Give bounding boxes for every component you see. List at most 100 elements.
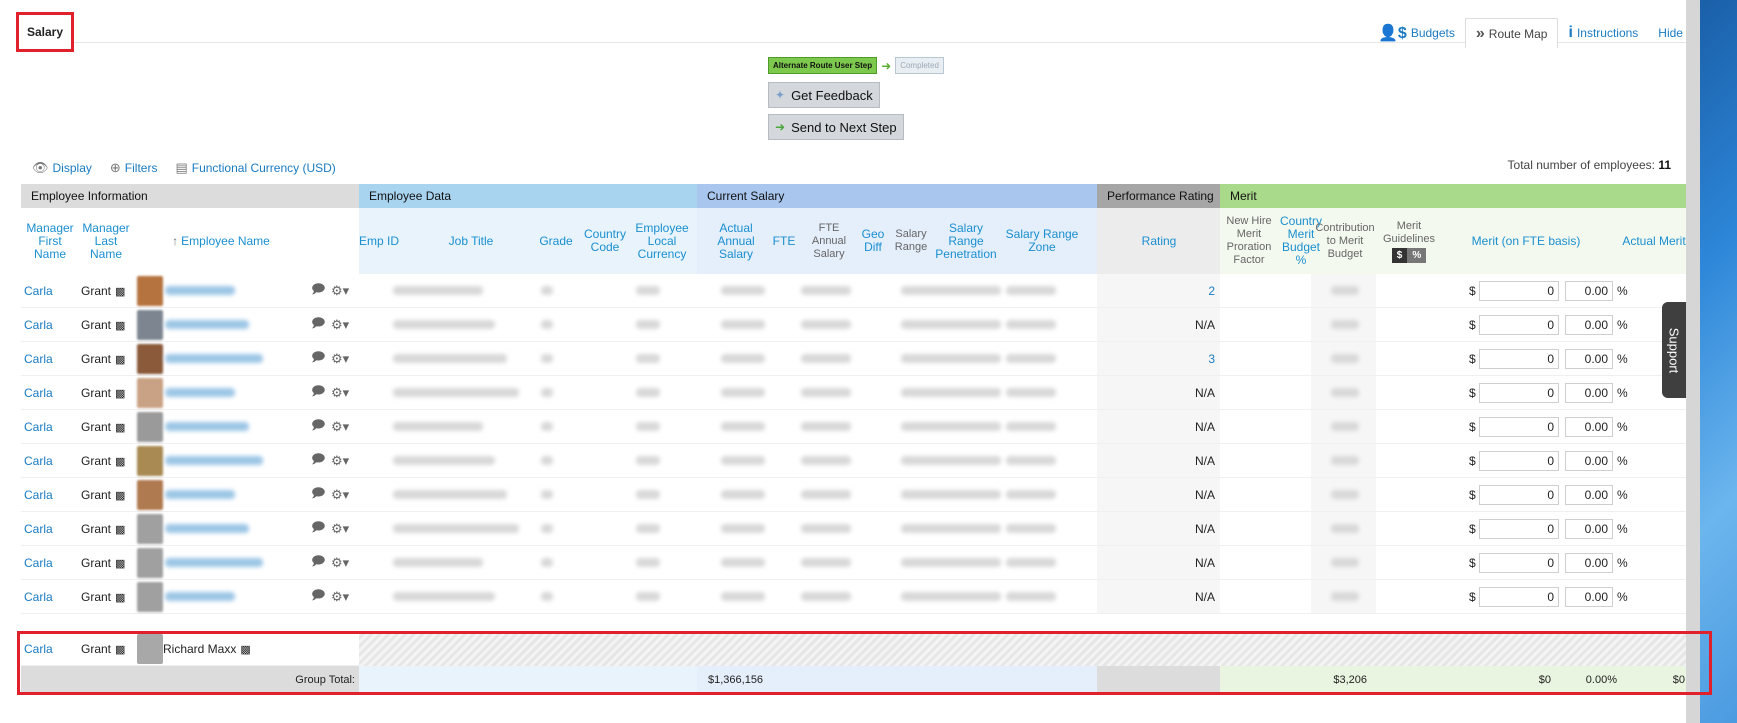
col-emp-id[interactable]: Emp ID — [359, 208, 399, 274]
route-current-step[interactable]: Alternate Route User Step — [768, 57, 878, 74]
manager-first-name[interactable]: Carla — [24, 546, 53, 580]
manager-first-name[interactable]: Carla — [24, 308, 53, 342]
employee-name-redacted[interactable] — [165, 456, 263, 465]
merit-amount-input[interactable]: 0 — [1479, 553, 1559, 573]
gear-icon[interactable]: ⚙▾ — [331, 308, 349, 342]
id-card-icon[interactable]: ▩ — [115, 353, 125, 366]
col-job-title[interactable]: Job Title — [421, 208, 521, 274]
merit-percent-input[interactable]: 0.00 — [1565, 383, 1613, 403]
manager-first-name[interactable]: Carla — [24, 444, 53, 478]
merit-percent-input[interactable]: 0.00 — [1565, 315, 1613, 335]
manager-first-name[interactable]: Carla — [24, 410, 53, 444]
col-manager-first-name[interactable]: Manager First Name — [26, 208, 73, 274]
col-actual-salary[interactable]: Actual Annual Salary — [711, 208, 761, 274]
comment-icon[interactable]: 🗩 — [311, 274, 325, 308]
id-card-icon[interactable]: ▩ — [115, 387, 125, 400]
id-card-icon[interactable]: ▩ — [115, 421, 125, 434]
col-range-penetration[interactable]: Salary Range Penetration — [933, 208, 999, 274]
comment-icon[interactable]: 🗩 — [311, 546, 325, 580]
merit-percent-input[interactable]: 0.00 — [1565, 553, 1613, 573]
comment-icon[interactable]: 🗩 — [311, 580, 325, 614]
employee-name-redacted[interactable] — [165, 286, 235, 295]
guideline-percent-toggle[interactable]: % — [1407, 247, 1427, 263]
merit-amount-input[interactable]: 0 — [1479, 383, 1559, 403]
manager-first-name[interactable]: Carla — [24, 376, 53, 410]
id-card-icon[interactable]: ▩ — [115, 285, 125, 298]
merit-amount-input[interactable]: 0 — [1479, 485, 1559, 505]
manager-first-name[interactable]: Carla — [24, 478, 53, 512]
filters-button[interactable]: ⊕ Filters — [110, 160, 158, 176]
merit-percent-input[interactable]: 0.00 — [1565, 281, 1613, 301]
gear-icon[interactable]: ⚙▾ — [331, 444, 349, 478]
merit-amount-input[interactable]: 0 — [1479, 519, 1559, 539]
rating-value[interactable]: 3 — [1121, 342, 1215, 376]
col-country-code[interactable]: Country Code — [583, 208, 627, 274]
comment-icon[interactable]: 🗩 — [311, 410, 325, 444]
gear-icon[interactable]: ⚙▾ — [331, 274, 349, 308]
gear-icon[interactable]: ⚙▾ — [331, 410, 349, 444]
col-actual-merit[interactable]: Actual Merit — [1621, 208, 1687, 274]
comment-icon[interactable]: 🗩 — [311, 308, 325, 342]
rating-value[interactable]: 2 — [1121, 274, 1215, 308]
merit-amount-input[interactable]: 0 — [1479, 349, 1559, 369]
id-card-icon[interactable]: ▩ — [115, 523, 125, 536]
route-completed-step[interactable]: Completed — [895, 57, 944, 74]
employee-name-redacted[interactable] — [165, 354, 263, 363]
id-card-icon[interactable]: ▩ — [115, 557, 125, 570]
merit-amount-input[interactable]: 0 — [1479, 451, 1559, 471]
employee-name-redacted[interactable] — [165, 490, 235, 499]
comment-icon[interactable]: 🗩 — [311, 444, 325, 478]
col-manager-last-name[interactable]: Manager Last Name — [81, 208, 131, 274]
comment-icon[interactable]: 🗩 — [311, 376, 325, 410]
employee-name-redacted[interactable] — [165, 524, 249, 533]
merit-percent-input[interactable]: 0.00 — [1565, 417, 1613, 437]
currency-button[interactable]: ▤ Functional Currency (USD) — [175, 160, 335, 176]
nav-instructions[interactable]: i Instructions — [1558, 18, 1648, 48]
send-to-next-step-button[interactable]: ➜ Send to Next Step — [768, 114, 904, 140]
employee-name-redacted[interactable] — [165, 592, 235, 601]
manager-first-name[interactable]: Carla — [24, 274, 53, 308]
merit-amount-input[interactable]: 0 — [1479, 417, 1559, 437]
merit-percent-input[interactable]: 0.00 — [1565, 349, 1613, 369]
employee-name-redacted[interactable] — [165, 558, 263, 567]
employee-name-redacted[interactable] — [165, 320, 249, 329]
gear-icon[interactable]: ⚙▾ — [331, 512, 349, 546]
nav-budgets[interactable]: 👤$ Budgets — [1368, 18, 1465, 48]
gear-icon[interactable]: ⚙▾ — [331, 478, 349, 512]
gear-icon[interactable]: ⚙▾ — [331, 376, 349, 410]
merit-percent-input[interactable]: 0.00 — [1565, 587, 1613, 607]
gear-icon[interactable]: ⚙▾ — [331, 342, 349, 376]
gear-icon[interactable]: ⚙▾ — [331, 546, 349, 580]
merit-percent-input[interactable]: 0.00 — [1565, 485, 1613, 505]
merit-amount-input[interactable]: 0 — [1479, 281, 1559, 301]
nav-route-map[interactable]: » Route Map — [1464, 18, 1559, 48]
comment-icon[interactable]: 🗩 — [311, 342, 325, 376]
manager-first-name[interactable]: Carla — [24, 342, 53, 376]
comment-icon[interactable]: 🗩 — [311, 478, 325, 512]
comment-icon[interactable]: 🗩 — [311, 512, 325, 546]
merit-amount-input[interactable]: 0 — [1479, 587, 1559, 607]
nav-hide[interactable]: Hide — [1648, 18, 1693, 48]
display-button[interactable]: 👁 Display — [32, 160, 92, 176]
merit-percent-input[interactable]: 0.00 — [1565, 451, 1613, 471]
col-range-zone[interactable]: Salary Range Zone — [1003, 208, 1081, 274]
merit-percent-input[interactable]: 0.00 — [1565, 519, 1613, 539]
get-feedback-button[interactable]: ✦ Get Feedback — [768, 82, 880, 108]
col-geo-diff[interactable]: Geo Diff — [859, 208, 887, 274]
id-card-icon[interactable]: ▩ — [115, 489, 125, 502]
col-grade[interactable]: Grade — [536, 208, 576, 274]
guideline-dollar-toggle[interactable]: $ — [1391, 247, 1408, 263]
col-employee-name[interactable]: ↑ Employee Name — [161, 208, 281, 274]
employee-name-redacted[interactable] — [165, 388, 235, 397]
id-card-icon[interactable]: ▩ — [115, 591, 125, 604]
gear-icon[interactable]: ⚙▾ — [331, 580, 349, 614]
col-fte[interactable]: FTE — [769, 208, 799, 274]
manager-first-name[interactable]: Carla — [24, 580, 53, 614]
employee-name-redacted[interactable] — [165, 422, 249, 431]
col-merit-fte[interactable]: Merit (on FTE basis) — [1461, 208, 1591, 274]
id-card-icon[interactable]: ▩ — [115, 455, 125, 468]
merit-amount-input[interactable]: 0 — [1479, 315, 1559, 335]
col-local-currency[interactable]: Employee Local Currency — [633, 208, 691, 274]
manager-first-name[interactable]: Carla — [24, 512, 53, 546]
col-rating[interactable]: Rating — [1121, 208, 1197, 274]
